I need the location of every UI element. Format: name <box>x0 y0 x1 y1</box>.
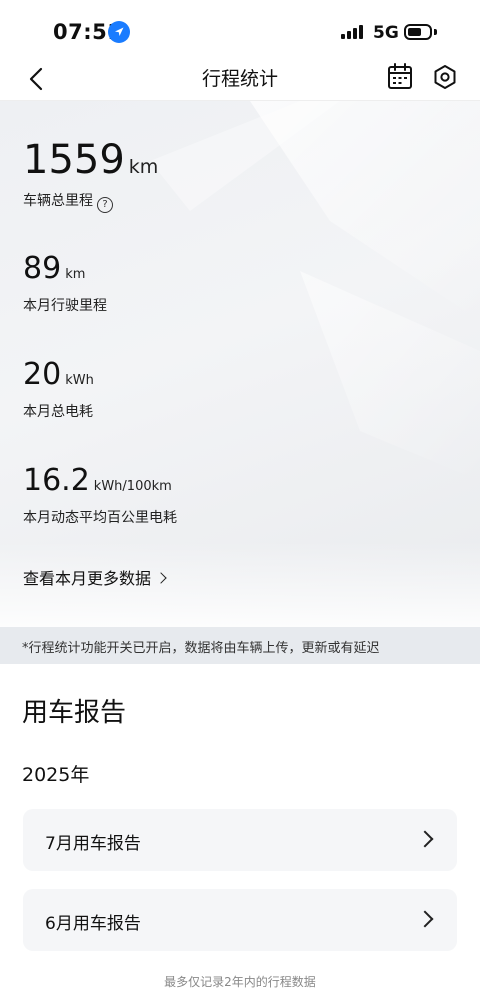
calendar-icon <box>388 63 412 89</box>
stat-value: 1559 km <box>23 137 158 183</box>
month-energy-unit: kWh <box>65 373 94 388</box>
network-type-label: 5G <box>373 23 399 43</box>
battery-level-fill <box>408 28 421 36</box>
report-section-title: 用车报告 <box>22 698 127 728</box>
month-energy-value: 20 <box>23 357 62 392</box>
total-mileage-value: 1559 <box>23 137 125 183</box>
chevron-right-icon <box>155 572 167 584</box>
hexagon-settings-icon <box>434 65 456 89</box>
calendar-button[interactable] <box>386 62 414 92</box>
chevron-right-icon <box>416 910 434 928</box>
month-mileage-unit: km <box>65 267 86 282</box>
trip-statistics-screen: 07:51 5G 行程统计 1559 km 车辆总里程 ? 89 km 本月行驶… <box>0 0 480 989</box>
retention-footer-note: 最多仅记录2年内的行程数据 <box>164 975 316 989</box>
report-year-label: 2025年 <box>22 764 90 786</box>
chevron-right-icon <box>416 830 434 848</box>
month-mileage-value: 89 <box>23 251 62 286</box>
month-mileage-label: 本月行驶里程 <box>23 298 107 314</box>
report-item-label: 7月用车报告 <box>45 834 141 854</box>
month-energy-label: 本月总电耗 <box>23 404 93 420</box>
trip-stats-panel: 1559 km 车辆总里程? 89 km 本月行驶里程 20 kWh 本月总电耗 16… <box>0 101 480 627</box>
stat-value: 89 km <box>23 251 85 286</box>
total-mileage-unit: km <box>128 156 159 178</box>
help-icon[interactable]: ? <box>97 197 113 213</box>
avg-consumption-value: 16.2 <box>23 463 90 498</box>
nav-bar: 行程统计 <box>0 58 480 101</box>
settings-button[interactable] <box>430 62 460 92</box>
cellular-signal-icon <box>341 25 365 39</box>
sync-notice-text: *行程统计功能开关已开启，数据将由车辆上传，更新或有延迟 <box>22 641 380 656</box>
stat-value: 16.2 kWh/100km <box>23 463 172 498</box>
status-bar: 07:51 5G <box>0 0 480 58</box>
avg-consumption-unit: kWh/100km <box>93 479 172 494</box>
view-more-data-link[interactable]: 查看本月更多数据 <box>23 565 167 589</box>
avg-consumption-label: 本月动态平均百公里电耗 <box>23 510 177 526</box>
sync-notice-bar: *行程统计功能开关已开启，数据将由车辆上传，更新或有延迟 <box>0 627 480 664</box>
stat-value: 20 kWh <box>23 357 94 392</box>
view-more-data-label: 查看本月更多数据 <box>23 569 152 588</box>
total-mileage-label: 车辆总里程? <box>23 190 113 213</box>
total-mileage-label-text: 车辆总里程 <box>23 193 93 209</box>
location-arrow-icon <box>108 21 130 43</box>
report-item-label: 6月用车报告 <box>45 914 141 934</box>
report-item-june[interactable]: 6月用车报告 <box>23 889 457 951</box>
battery-tip <box>434 29 437 35</box>
battery-icon <box>404 24 432 40</box>
report-item-july[interactable]: 7月用车报告 <box>23 809 457 871</box>
